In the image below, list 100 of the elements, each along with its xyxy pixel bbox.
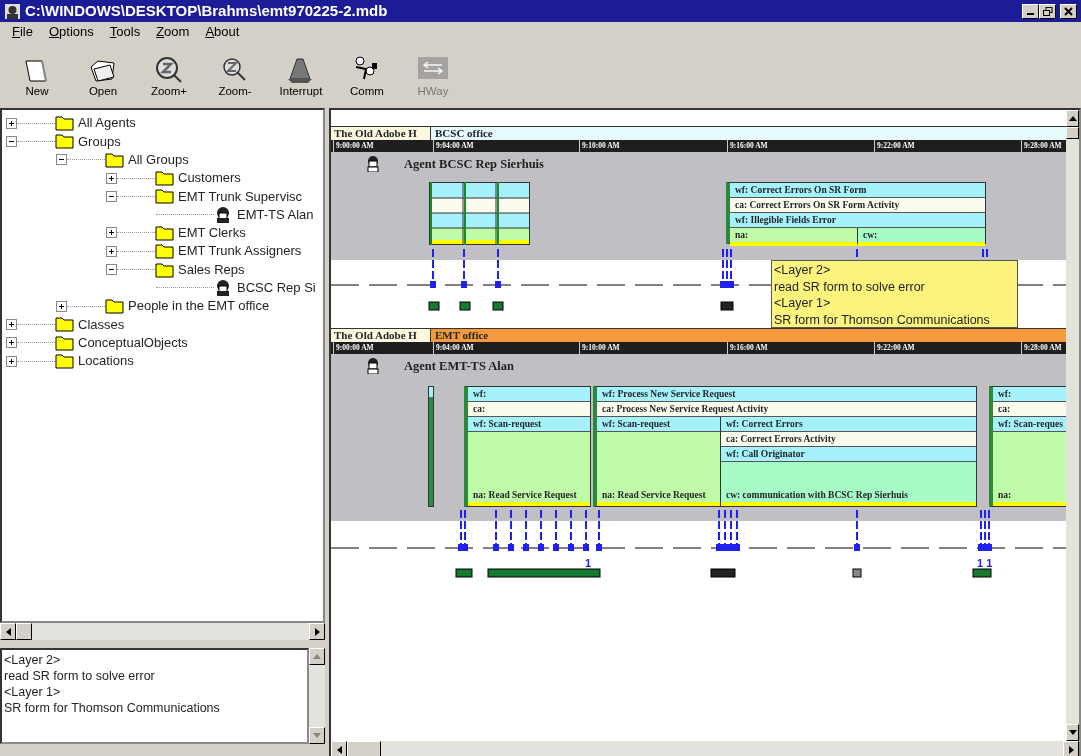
workframe-bar: wf: Process New Service Request [597,387,976,402]
menu-item[interactable]: About [197,22,248,42]
left-arrow-icon [336,745,342,754]
workframe-bar: wf: Scan-request [468,417,590,432]
down-arrow-icon [1068,730,1077,735]
folder-icon [55,114,74,133]
zoom-out-button[interactable]: Zoom- [202,42,268,102]
folder-icon [55,315,74,334]
new-button[interactable]: New [4,42,70,102]
workframe-bar: wf: [993,387,1066,402]
tooltip-line: read SR form to solve error [774,278,926,295]
open-button[interactable]: Open [70,42,136,102]
expand-toggle[interactable] [106,227,117,239]
activity-bar: ca: [468,402,590,417]
tree-item[interactable]: EMT Trunk Assigners [178,241,302,261]
workframe-bar: wf: [468,387,590,402]
workframe-bar: wf: Call Originator [721,447,976,462]
tooltip-line: SR form for Thomson Communications [774,311,991,328]
tree-item[interactable]: Customers [178,168,241,188]
expand-toggle[interactable] [6,135,17,147]
workframe-bar: wf: Correct Errors [721,417,976,432]
folder-icon [155,169,174,188]
area-label: BCSC office [431,127,1066,140]
expand-toggle[interactable] [6,355,17,367]
tree-item[interactable]: All Groups [128,150,189,170]
restore-button[interactable] [1039,3,1056,19]
menu-item[interactable]: Tools [101,22,149,42]
workframe-bar: wf: Scan-request [597,417,720,432]
menu-item[interactable]: Zoom [148,22,198,42]
workframe-bar: wf: Correct Errors On SR Form [730,183,985,198]
interrupt-button[interactable]: Interrupt [268,42,334,102]
description-line: <Layer 1> [4,684,62,700]
minimize-button[interactable] [1022,3,1039,19]
agent-name: Agent EMT-TS Alan [404,358,514,375]
expand-toggle[interactable] [56,154,67,166]
right-arrow-icon [314,627,320,636]
tree-item[interactable]: ConceptualObjects [78,332,188,353]
expand-toggle[interactable] [6,337,17,349]
folder-icon [155,242,174,261]
folder-icon [55,132,74,151]
count-label: 1 [585,556,592,571]
tree-item[interactable]: EMT-TS Alan [237,204,314,225]
left-arrow-icon [5,627,11,636]
restore-icon [1042,6,1053,16]
communication-area: cw: [858,228,985,246]
tree-item[interactable]: EMT Clerks [178,223,246,243]
agent-icon [366,358,380,374]
tree-item[interactable]: People in the EMT office [128,296,270,316]
close-icon [1064,6,1073,16]
close-button[interactable] [1060,3,1077,19]
agent-name: Agent BCSC Rep Sierhuis [404,156,544,173]
description-line: <Layer 2> [4,652,62,668]
comm-button[interactable]: Comm [334,42,400,102]
up-arrow-icon [313,654,321,659]
folder-icon [155,223,174,242]
description-line: read SR form to solve error [4,668,156,684]
expand-toggle[interactable] [106,190,117,202]
location-label: The Old Adobe H [331,329,431,342]
activity-bar: ca: [993,402,1066,417]
expand-toggle[interactable] [6,318,17,330]
menu-item[interactable]: File [4,22,41,42]
down-arrow-icon [313,733,321,738]
activity-bar: ca: Process New Service Request Activity [597,402,976,417]
tree-item[interactable]: EMT Trunk Supervisc [178,186,303,207]
expand-toggle[interactable] [56,300,67,312]
area-label: EMT office [431,329,1066,342]
tooltip-line: <Layer 2> [774,262,832,279]
tree-item[interactable]: Sales Reps [178,259,245,280]
tooltip-line: <Layer 1> [774,295,832,312]
expand-toggle[interactable] [106,172,117,184]
expand-toggle[interactable] [106,264,117,275]
window-title: C:\WINDOWS\DESKTOP\Brahms\emt970225-2.mdb [25,0,388,21]
vertical-scrollbar[interactable] [1066,110,1079,741]
workframe-bar: wf: Illegible Fields Error [730,213,985,228]
tree-item[interactable]: All Agents [78,113,136,133]
tree-item[interactable]: Locations [78,351,134,371]
location-label: The Old Adobe H [331,127,431,140]
agent-icon [366,156,380,172]
app-icon [4,2,21,20]
horizontal-scrollbar[interactable] [0,623,325,640]
folder-icon [105,297,124,316]
tree-item[interactable]: BCSC Rep Si [237,278,316,298]
scroll-thumb[interactable] [16,623,32,640]
right-arrow-icon [1068,745,1074,754]
horizontal-scrollbar[interactable] [331,741,1079,756]
vertical-scrollbar[interactable] [309,648,325,744]
up-arrow-icon [1068,116,1077,121]
menu-item[interactable]: Options [40,22,102,42]
zoom-in-button[interactable]: Zoom+ [136,42,202,102]
activity-bar: ca: Correct Errors Activity [721,432,976,447]
scroll-thumb[interactable] [347,741,381,756]
description-line: SR form for Thomson Communications [4,700,221,716]
expand-toggle[interactable] [106,245,117,257]
folder-icon [155,260,174,279]
expand-toggle[interactable] [6,117,17,129]
folder-icon [105,150,124,169]
scroll-thumb[interactable] [1066,127,1079,139]
tree-item[interactable]: Classes [78,314,125,335]
communication-area: cw: communication with BCSC Rep Sierhuis [721,462,976,506]
tree-item[interactable]: Groups [78,131,121,152]
